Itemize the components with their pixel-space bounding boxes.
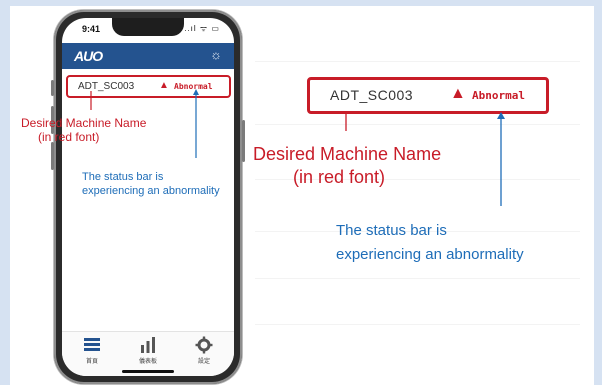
name-annotation-line: (in red font) [293,167,386,187]
status-annotation-large: The status bar is experiencing an abnorm… [336,219,524,267]
status-annotation-line: experiencing an abnormality [82,185,220,197]
name-annotation-line: (in red font) [38,130,100,144]
status-annotation-line: experiencing an abnormality [336,246,524,263]
name-annotation-line: Desired Machine Name [21,116,147,130]
name-annotation-line: Desired Machine Name [253,144,442,164]
name-annotation-large: Desired Machine Name (in red font) [253,143,441,189]
status-arrow-head [193,89,199,95]
zoom-status-arrow-head [497,112,505,119]
figure-panel: 9:41 ..ıl ᯤ ▭ AUO ☼ ADT_SC003 ▲ Abnormal [10,6,594,385]
status-annotation-line: The status bar is [82,171,164,183]
status-annotation-small: The status bar is experiencing an abnorm… [82,170,220,198]
name-annotation-small: Desired Machine Name (in red font) [21,116,146,144]
status-annotation-line: The status bar is [336,222,447,239]
